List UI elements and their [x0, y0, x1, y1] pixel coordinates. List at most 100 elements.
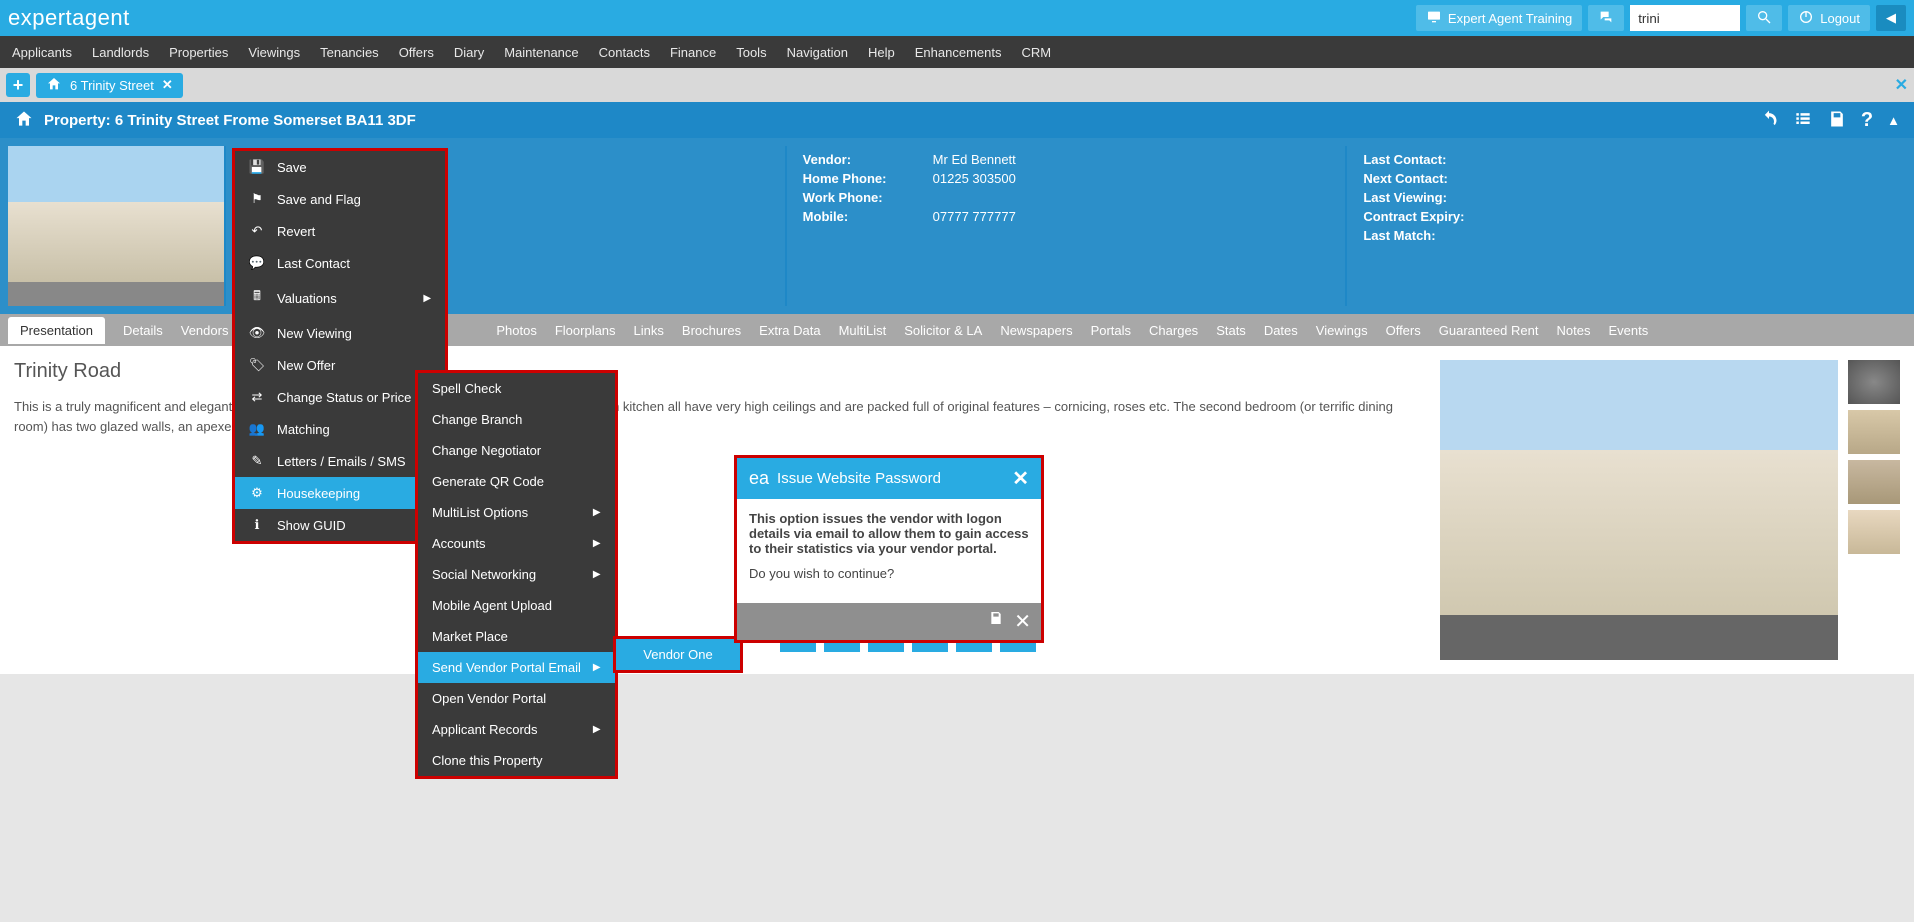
tab-vendors[interactable]: Vendors [181, 323, 229, 338]
menu-accounts[interactable]: Accounts▶ [418, 528, 615, 559]
nav-finance[interactable]: Finance [670, 45, 716, 60]
tab-brochures[interactable]: Brochures [682, 323, 741, 338]
content-body: This is a truly magnificent and elegant … [14, 397, 1426, 436]
menu-save[interactable]: 💾Save [235, 151, 445, 183]
nav-maintenance[interactable]: Maintenance [504, 45, 578, 60]
main-nav: Applicants Landlords Properties Viewings… [0, 36, 1914, 68]
nav-contacts[interactable]: Contacts [599, 45, 650, 60]
close-tab-icon[interactable]: ✕ [162, 77, 173, 93]
menu-multilist-options[interactable]: MultiList Options▶ [418, 497, 615, 528]
menu-clone-property[interactable]: Clone this Property [418, 745, 615, 776]
thumbnail[interactable] [1848, 510, 1900, 554]
logout-button[interactable]: Logout [1788, 5, 1870, 31]
nav-enhancements[interactable]: Enhancements [915, 45, 1002, 60]
search-input[interactable] [1630, 5, 1740, 31]
add-tab-button[interactable]: + [6, 73, 30, 97]
training-button[interactable]: Expert Agent Training [1416, 5, 1582, 31]
breadcrumb-tab[interactable]: 6 Trinity Street ✕ [36, 73, 183, 98]
menu-new-viewing[interactable]: 👁New Viewing [235, 317, 445, 349]
nav-help[interactable]: Help [868, 45, 895, 60]
menu-last-contact[interactable]: 💬Last Contact [235, 247, 445, 279]
menu-change-branch[interactable]: Change Branch [418, 404, 615, 435]
nav-properties[interactable]: Properties [169, 45, 228, 60]
dialog-question: Do you wish to continue? [749, 566, 1029, 581]
chat-button[interactable] [1588, 5, 1624, 31]
dialog-message: This option issues the vendor with logon… [749, 511, 1029, 556]
main-photo[interactable] [1440, 360, 1838, 660]
nav-landlords[interactable]: Landlords [92, 45, 149, 60]
collapse-up-icon[interactable]: ▲ [1887, 113, 1900, 128]
menu-generate-qr[interactable]: Generate QR Code [418, 466, 615, 497]
close-icon[interactable]: ✕ [1014, 609, 1031, 634]
mobile-label: Mobile: [803, 209, 933, 224]
menu-save-flag[interactable]: ⚑Save and Flag [235, 183, 445, 215]
flag-icon: ⚑ [249, 191, 265, 207]
nav-tools[interactable]: Tools [736, 45, 766, 60]
search-button[interactable] [1746, 5, 1782, 31]
menu-show-guid[interactable]: ℹShow GUID [235, 509, 445, 541]
tab-floorplans[interactable]: Floorplans [555, 323, 616, 338]
thumbnail[interactable] [1848, 410, 1900, 454]
menu-market-place[interactable]: Market Place [418, 621, 615, 652]
nav-crm[interactable]: CRM [1022, 45, 1052, 60]
menu-spell-check[interactable]: Spell Check [418, 373, 615, 404]
tab-photos[interactable]: Photos [496, 323, 536, 338]
thumbnail[interactable] [1848, 360, 1900, 404]
chevron-right-icon: ▶ [593, 724, 601, 735]
save-icon[interactable] [1827, 109, 1847, 132]
tab-newspapers[interactable]: Newspapers [1000, 323, 1072, 338]
tab-notes[interactable]: Notes [1556, 323, 1590, 338]
thumbnail[interactable] [1848, 460, 1900, 504]
list-icon[interactable] [1793, 109, 1813, 132]
collapse-button[interactable]: ◀ [1876, 5, 1906, 31]
menu-new-offer[interactable]: 🏷New Offer [235, 349, 445, 381]
help-icon[interactable]: ? [1861, 109, 1873, 132]
menu-vendor-one[interactable]: Vendor One [616, 639, 740, 670]
nav-tenancies[interactable]: Tenancies [320, 45, 379, 60]
tab-links[interactable]: Links [634, 323, 664, 338]
tab-multilist[interactable]: MultiList [839, 323, 887, 338]
menu-letters[interactable]: ✎Letters / Emails / SMS▶ [235, 445, 445, 477]
tab-guaranteed-rent[interactable]: Guaranteed Rent [1439, 323, 1539, 338]
close-all-button[interactable]: ✕ [1895, 75, 1908, 95]
close-icon[interactable]: ✕ [1012, 466, 1029, 491]
nav-applicants[interactable]: Applicants [12, 45, 72, 60]
menu-housekeeping[interactable]: ⚙Housekeeping▶ [235, 477, 445, 509]
tab-charges[interactable]: Charges [1149, 323, 1198, 338]
dialog-title: Issue Website Password [777, 470, 1004, 487]
tab-row: + 6 Trinity Street ✕ ✕ [0, 68, 1914, 102]
chevron-right-icon: ▶ [423, 293, 431, 304]
menu-revert[interactable]: ↶Revert [235, 215, 445, 247]
menu-change-negotiator[interactable]: Change Negotiator [418, 435, 615, 466]
calc-icon: 🖩 [249, 287, 265, 309]
tab-stats[interactable]: Stats [1216, 323, 1246, 338]
menu-mobile-agent-upload[interactable]: Mobile Agent Upload [418, 590, 615, 621]
nav-navigation[interactable]: Navigation [787, 45, 848, 60]
people-icon: 👥 [249, 421, 265, 437]
nav-diary[interactable]: Diary [454, 45, 484, 60]
dialog-issue-password: ea Issue Website Password ✕ This option … [734, 455, 1044, 643]
info-icon: ℹ [249, 517, 265, 533]
nav-viewings[interactable]: Viewings [248, 45, 300, 60]
menu-open-vendor-portal[interactable]: Open Vendor Portal [418, 683, 615, 714]
tab-presentation[interactable]: Presentation [8, 317, 105, 344]
tab-details[interactable]: Details [123, 323, 163, 338]
menu-applicant-records[interactable]: Applicant Records▶ [418, 714, 615, 745]
undo-icon[interactable] [1759, 109, 1779, 132]
dialog-footer: ✕ [737, 603, 1041, 640]
tab-extra-data[interactable]: Extra Data [759, 323, 820, 338]
menu-matching[interactable]: 👥Matching▶ [235, 413, 445, 445]
nav-offers[interactable]: Offers [399, 45, 434, 60]
tab-portals[interactable]: Portals [1091, 323, 1131, 338]
tab-solicitor[interactable]: Solicitor & LA [904, 323, 982, 338]
save-icon[interactable] [988, 609, 1004, 634]
menu-change-status[interactable]: ⇄Change Status or Price▶ [235, 381, 445, 413]
menu-social-networking[interactable]: Social Networking▶ [418, 559, 615, 590]
tab-viewings[interactable]: Viewings [1316, 323, 1368, 338]
tab-events[interactable]: Events [1608, 323, 1648, 338]
tab-dates[interactable]: Dates [1264, 323, 1298, 338]
app-header: expertagent Expert Agent Training Logout… [0, 0, 1914, 36]
tab-offers[interactable]: Offers [1386, 323, 1421, 338]
menu-valuations[interactable]: 🖩Valuations▶ [235, 279, 445, 317]
menu-send-vendor-portal-email[interactable]: Send Vendor Portal Email▶ [418, 652, 615, 683]
